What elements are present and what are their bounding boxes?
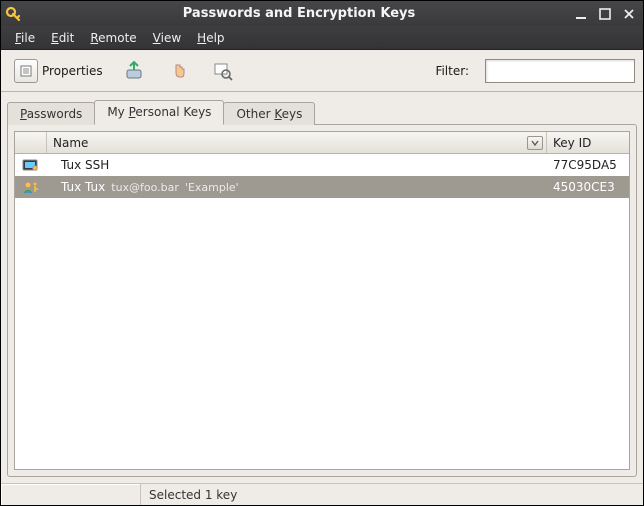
key-id: 45030CE3: [547, 180, 629, 194]
app-key-icon: [5, 6, 21, 22]
titlebar: Passwords and Encryption Keys: [1, 1, 643, 26]
globe-search-icon: [211, 59, 235, 83]
properties-button[interactable]: Properties: [9, 55, 108, 87]
column-name[interactable]: Name: [47, 132, 547, 153]
export-button[interactable]: [118, 55, 152, 87]
close-button[interactable]: [619, 5, 639, 23]
properties-icon: [14, 59, 38, 83]
key-row[interactable]: Tux Tux tux@foo.bar 'Example' 45030CE3: [15, 176, 629, 198]
window-controls: [571, 5, 639, 23]
column-keyid-label: Key ID: [553, 136, 591, 150]
tab-other-keys[interactable]: Other Keys: [223, 102, 315, 125]
tab-my-personal-keys[interactable]: My Personal Keys: [94, 100, 224, 125]
app-window: Passwords and Encryption Keys File Edit …: [0, 0, 644, 506]
filter-input[interactable]: [485, 59, 635, 83]
window-title: Passwords and Encryption Keys: [27, 6, 571, 21]
statusbar: Selected 1 key: [1, 483, 643, 505]
menu-file[interactable]: File: [7, 28, 43, 48]
tab-passwords[interactable]: Passwords: [7, 102, 95, 125]
key-name: Tux SSH: [61, 158, 109, 172]
menu-remote[interactable]: Remote: [82, 28, 144, 48]
person-keys-icon: [15, 180, 47, 194]
name-sort-dropdown[interactable]: [527, 136, 543, 150]
terminal-key-icon: [15, 158, 47, 172]
status-grip: [1, 484, 141, 505]
chevron-down-icon: [531, 140, 539, 146]
status-text: Selected 1 key: [141, 488, 245, 502]
tab-panel: Name Key ID: [7, 124, 637, 477]
tabs: Passwords My Personal Keys Other Keys: [7, 98, 637, 124]
column-name-label: Name: [53, 136, 88, 150]
toolbar: Properties: [1, 50, 643, 92]
maximize-button[interactable]: [595, 5, 615, 23]
column-keyid[interactable]: Key ID: [547, 132, 629, 153]
key-name: Tux Tux: [61, 180, 105, 194]
filter-label: Filter:: [435, 64, 469, 78]
key-email: tux@foo.bar: [111, 181, 179, 194]
properties-label: Properties: [42, 64, 103, 78]
hand-pointer-icon: [167, 59, 191, 83]
menubar: File Edit Remote View Help: [1, 26, 643, 50]
menu-help[interactable]: Help: [189, 28, 232, 48]
export-icon: [123, 59, 147, 83]
body-area: Passwords My Personal Keys Other Keys Na…: [1, 92, 643, 483]
column-icon[interactable]: [15, 132, 47, 153]
key-list: Name Key ID: [14, 131, 630, 470]
key-id: 77C95DA5: [547, 158, 629, 172]
menu-edit[interactable]: Edit: [43, 28, 82, 48]
key-rows: Tux SSH 77C95DA5: [15, 154, 629, 469]
key-comment: 'Example': [185, 181, 239, 194]
search-remote-button[interactable]: [206, 55, 240, 87]
list-header: Name Key ID: [15, 132, 629, 154]
find-button[interactable]: [162, 55, 196, 87]
minimize-button[interactable]: [571, 5, 591, 23]
menu-view[interactable]: View: [145, 28, 189, 48]
key-row[interactable]: Tux SSH 77C95DA5: [15, 154, 629, 176]
